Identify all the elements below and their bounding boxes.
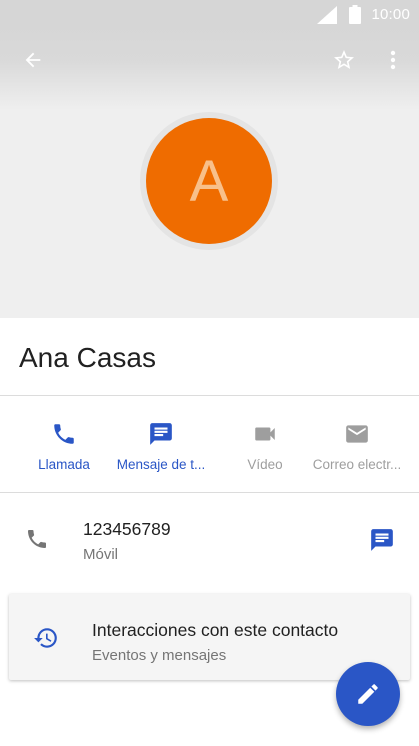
history-icon [34,628,57,648]
phone-icon [54,424,74,444]
arrow-back-icon [25,52,41,68]
phone-type: Móvil [83,546,119,563]
call-action-button[interactable]: Llamada [32,397,96,492]
pencil-icon [358,684,378,704]
video-action-label: Vídeo [247,457,283,472]
back-button[interactable] [13,40,53,80]
email-icon [346,425,368,443]
more-options-button[interactable] [373,40,413,80]
contact-header: 10:00 A [0,0,419,318]
quick-actions: Llamada Mensaje de t... Vídeo Correo ele… [0,397,419,493]
battery-icon [349,5,361,24]
favorite-button[interactable] [324,40,364,80]
message-action-label: Mensaje de t... [116,457,206,472]
video-action-button[interactable]: Vídeo [235,397,295,492]
message-icon [150,423,172,445]
star-outline-icon [334,50,354,69]
contact-name: Ana Casas [19,342,156,373]
email-action-label: Correo electr... [312,457,402,472]
phone-number-row[interactable]: 123456789 Móvil [0,494,419,584]
message-icon [371,529,393,551]
edit-contact-button[interactable] [336,662,400,726]
video-icon [255,427,275,441]
phone-icon [28,530,46,548]
send-message-button[interactable] [362,520,402,560]
phone-number: 123456789 [83,519,171,539]
status-bar: 10:00 [0,0,419,30]
call-action-label: Llamada [38,457,90,472]
signal-icon [317,6,337,24]
name-section: Ana Casas [0,318,419,396]
interactions-title: Interacciones con este contacto [92,620,339,640]
avatar-initial: A [189,148,229,214]
more-vert-icon [390,50,396,70]
avatar: A [146,118,272,244]
interactions-subtitle: Eventos y mensajes [92,647,227,664]
email-action-button[interactable]: Correo electr... [309,397,405,492]
message-action-button[interactable]: Mensaje de t... [110,397,212,492]
status-time: 10:00 [371,6,410,23]
